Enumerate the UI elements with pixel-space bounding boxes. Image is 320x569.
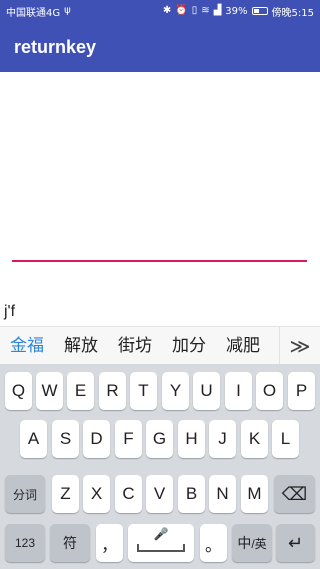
key-w[interactable]: W: [36, 372, 63, 410]
key-f[interactable]: F: [115, 420, 142, 458]
key-s[interactable]: S: [52, 420, 79, 458]
candidate-1[interactable]: 金福: [0, 327, 54, 365]
expand-candidates-icon[interactable]: ≫: [279, 327, 320, 365]
bluetooth-icon: ✱: [162, 5, 172, 16]
candidate-bar: 金福 解放 街坊 加分 减肥 ≫: [0, 326, 320, 365]
candidate-5[interactable]: 减肥: [216, 327, 270, 365]
fenci-key[interactable]: 分词: [5, 475, 45, 513]
key-b[interactable]: B: [178, 475, 205, 513]
data-signal-icon: ψ: [64, 5, 71, 16]
key-z[interactable]: Z: [52, 475, 79, 513]
key-r[interactable]: R: [99, 372, 126, 410]
mic-icon: 🎤: [153, 527, 169, 541]
battery-icon: [251, 7, 268, 15]
num-key[interactable]: 123: [5, 524, 45, 562]
key-p[interactable]: P: [288, 372, 315, 410]
lang-key-sub: /英: [251, 536, 267, 551]
space-bar-icon: [137, 544, 185, 552]
keyboard: Q W E R T Y U I O P A S D F G H J K L 分词…: [0, 364, 320, 569]
key-m[interactable]: M: [241, 475, 268, 513]
enter-icon[interactable]: ↵: [276, 524, 315, 562]
lang-key-label: 中: [237, 535, 252, 551]
comma-key[interactable]: ，: [96, 524, 123, 562]
alarm-icon: ⏰: [175, 5, 188, 16]
candidate-4[interactable]: 加分: [162, 327, 216, 365]
key-i[interactable]: I: [225, 372, 252, 410]
status-bar: 中国联通4G ψ ✱ ⏰ ▯ ≋ ▟ 39% 傍晚5:15: [0, 0, 320, 22]
carrier-label: 中国联通4G: [6, 7, 61, 19]
key-x[interactable]: X: [83, 475, 110, 513]
battery-percent: 39%: [225, 5, 248, 17]
text-input[interactable]: [12, 230, 307, 262]
composing-text: j'f: [4, 303, 16, 320]
lang-switch-key[interactable]: 中/英: [232, 524, 272, 562]
key-d[interactable]: D: [83, 420, 110, 458]
key-g[interactable]: G: [146, 420, 173, 458]
status-time: 傍晚5:15: [271, 7, 314, 19]
key-u[interactable]: U: [193, 372, 220, 410]
key-n[interactable]: N: [209, 475, 236, 513]
key-v[interactable]: V: [146, 475, 173, 513]
signal-icon: ▟: [213, 5, 222, 16]
period-key[interactable]: 。: [200, 524, 227, 562]
key-o[interactable]: O: [256, 372, 283, 410]
key-a[interactable]: A: [20, 420, 47, 458]
app-title: returnkey: [14, 36, 97, 57]
key-q[interactable]: Q: [5, 372, 32, 410]
key-l[interactable]: L: [272, 420, 299, 458]
app-bar: returnkey: [0, 22, 320, 72]
key-k[interactable]: K: [241, 420, 268, 458]
key-c[interactable]: C: [115, 475, 142, 513]
key-j[interactable]: J: [209, 420, 236, 458]
key-y[interactable]: Y: [162, 372, 189, 410]
backspace-icon[interactable]: ⌫: [274, 475, 315, 513]
key-h[interactable]: H: [178, 420, 205, 458]
wifi-icon: ≋: [201, 5, 210, 16]
vibrate-icon: ▯: [191, 5, 198, 16]
symbol-key[interactable]: 符: [50, 524, 90, 562]
candidate-3[interactable]: 街坊: [108, 327, 162, 365]
candidate-2[interactable]: 解放: [54, 327, 108, 365]
key-t[interactable]: T: [130, 372, 157, 410]
space-key[interactable]: 🎤: [128, 524, 194, 562]
key-e[interactable]: E: [67, 372, 94, 410]
